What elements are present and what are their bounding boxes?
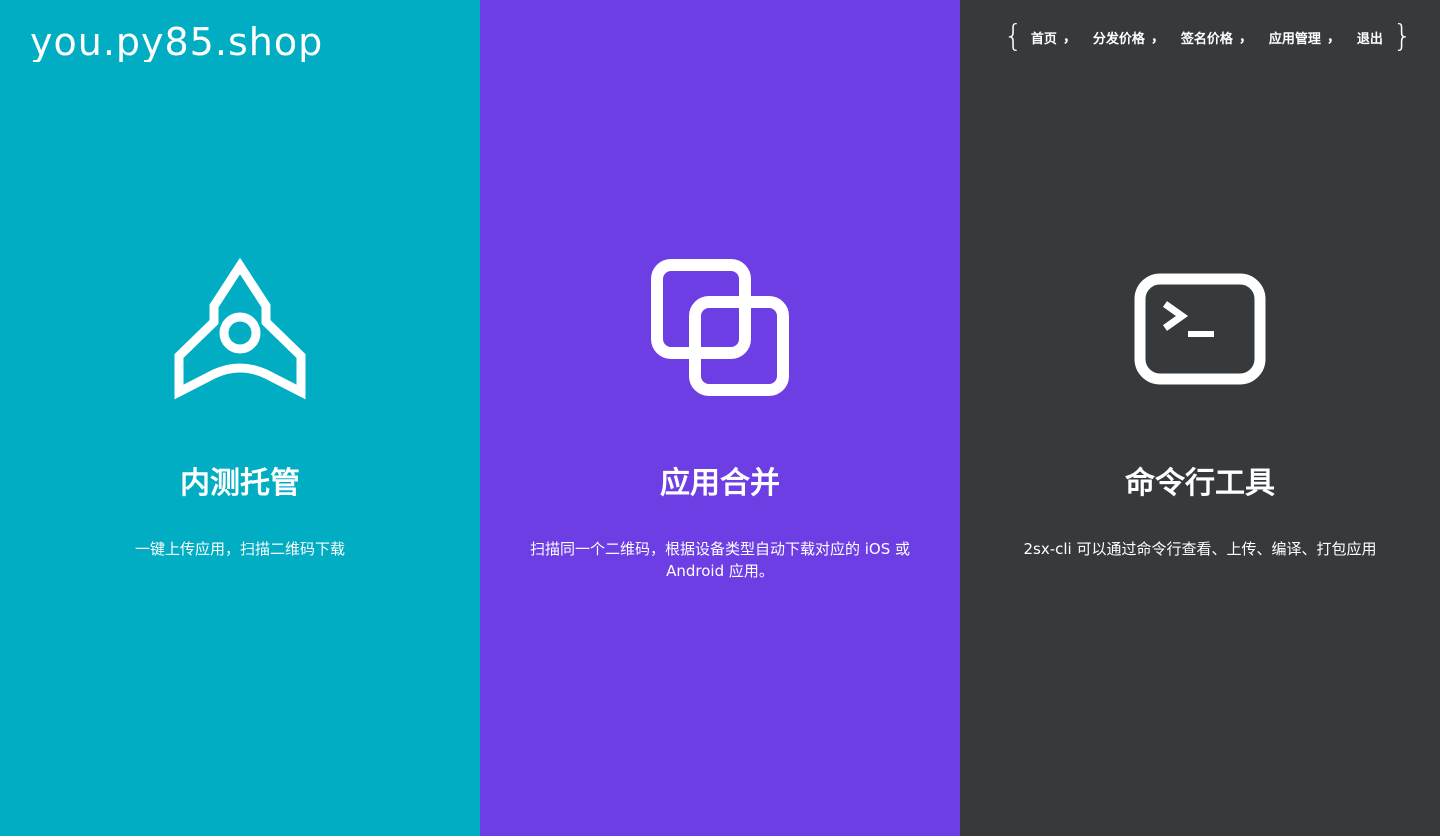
nav-item-logout[interactable]: 退出 <box>1357 28 1383 47</box>
nav-item-home[interactable]: 首页 <box>1031 28 1057 47</box>
nav-item-distribution-price[interactable]: 分发价格 <box>1093 28 1145 47</box>
feature-description: 2sx-cli 可以通过命令行查看、上传、编译、打包应用 <box>1023 540 1377 558</box>
nav-item-signature-price[interactable]: 签名价格 <box>1181 28 1233 47</box>
nav-item-app-management[interactable]: 应用管理 <box>1269 28 1321 47</box>
feature-panel-cli: { 首页 ， 分发价格 ， 签名价格 ， 应用管理 ， 退出 } 命令行工具 2… <box>960 0 1440 836</box>
terminal-icon <box>960 258 1440 400</box>
site-logo[interactable]: you.py85.shop <box>30 18 323 62</box>
nav-separator: ， <box>1238 30 1253 46</box>
top-nav: { 首页 ， 分发价格 ， 签名价格 ， 应用管理 ， 退出 } <box>1004 20 1412 54</box>
feature-description: 一键上传应用，扫描二维码下载 <box>134 540 345 558</box>
nav-close-brace: } <box>1392 19 1412 54</box>
nav-open-brace: { <box>1003 19 1023 54</box>
nav-separator: ， <box>1150 30 1165 46</box>
feature-title: 应用合并 <box>660 466 780 501</box>
feature-panel-merge: 应用合并 扫描同一个二维码，根据设备类型自动下载对应的 iOS 或 Androi… <box>480 0 960 836</box>
feature-panel-hosting: you.py85.shop 内测托管 一键上传应用，扫描二维码下载 <box>0 0 480 836</box>
feature-title: 内测托管 <box>180 466 300 501</box>
page: you.py85.shop 内测托管 一键上传应用，扫描二维码下载 应用合并 扫… <box>0 0 1440 836</box>
nav-separator: ， <box>1326 30 1341 46</box>
rocket-icon <box>0 258 480 400</box>
feature-title: 命令行工具 <box>1125 466 1275 501</box>
feature-description: 扫描同一个二维码，根据设备类型自动下载对应的 iOS 或 Android 应用。 <box>529 540 911 580</box>
nav-separator: ， <box>1062 30 1077 46</box>
merge-squares-icon <box>480 258 960 400</box>
